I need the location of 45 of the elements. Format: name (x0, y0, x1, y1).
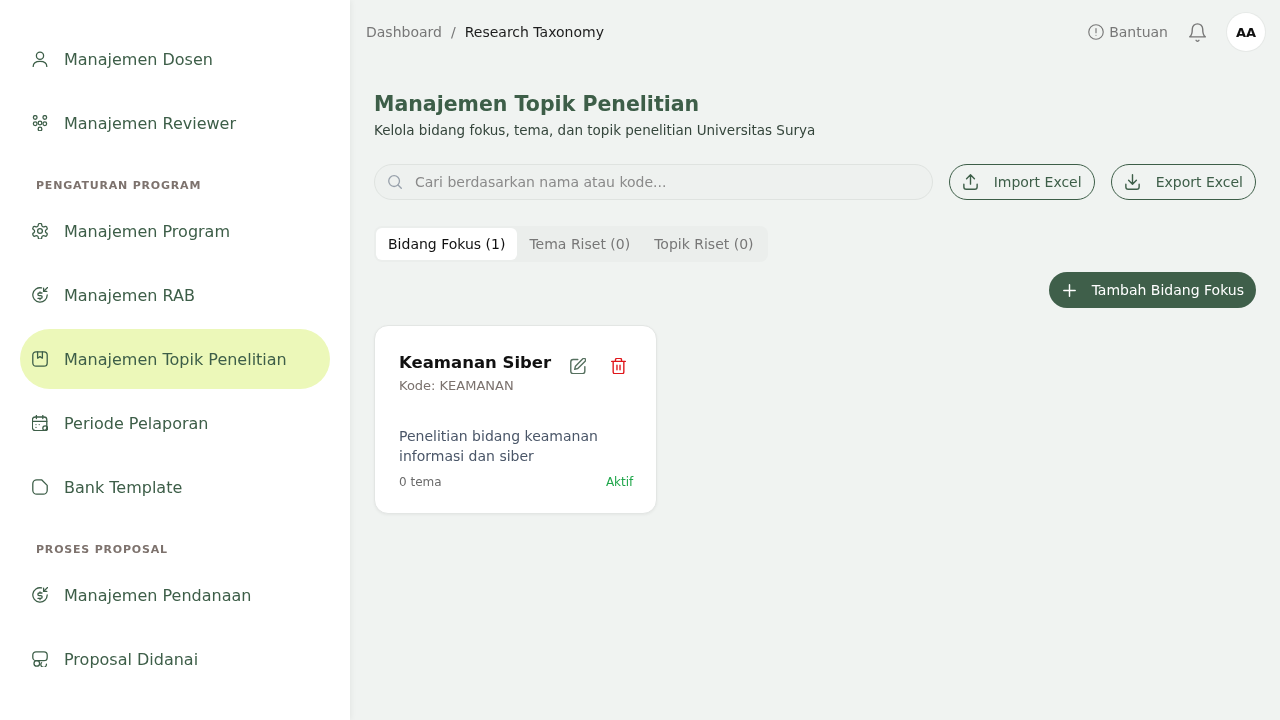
status-label: Aktif (605, 474, 634, 490)
download-icon (1124, 174, 1140, 190)
card-description: Penelitian bidang keamanan informasi dan siber (399, 427, 599, 466)
sidebar-item[interactable]: Bank Template (20, 457, 330, 517)
sidebar-item[interactable]: Manajemen RAB (20, 265, 330, 325)
calendar-icon (32, 415, 48, 431)
section-heading: PROSES PROPOSAL (35, 542, 169, 558)
card-code: Kode: KEAMANAN (399, 377, 515, 395)
sidebar-item[interactable]: Manajemen Topik Penelitian (20, 329, 330, 389)
note-icon (32, 479, 48, 495)
avatar[interactable]: AA (1227, 13, 1265, 51)
breadcrumb-link[interactable]: Research Taxonomy (464, 24, 604, 40)
delete-icon[interactable] (610, 358, 626, 374)
card-title: Keamanan Siber (399, 352, 552, 374)
sidebar-item[interactable]: Periode Pelaporan (20, 393, 330, 453)
search-field[interactable]: Cari berdasarkan nama atau kode... (374, 164, 933, 200)
sidebar-item[interactable]: Proposal Didanai (20, 629, 330, 689)
coins-icon (32, 651, 48, 667)
add-button[interactable]: Tambah Bidang Fokus (1048, 272, 1256, 308)
sidebar-item[interactable]: Manajemen Reviewer (20, 93, 330, 153)
dollar-cycle-icon (32, 287, 48, 303)
gear-icon (32, 223, 48, 239)
tab[interactable]: Tema Riset (0) (517, 228, 643, 260)
plus-icon (1062, 283, 1076, 297)
edit-icon[interactable] (570, 358, 587, 374)
tab[interactable]: Bidang Fokus (1) (376, 228, 518, 260)
help-link[interactable]: Bantuan (1088, 24, 1168, 40)
theme-count: 0 tema (399, 474, 442, 490)
sidebar-item[interactable]: Manajemen Pendanaan (20, 565, 330, 625)
page-title: Manajemen Topik Penelitian (374, 91, 701, 118)
group-icon (32, 115, 48, 131)
sidebar-item[interactable]: Manajemen Program (20, 201, 330, 261)
breadcrumb-separator: / (450, 24, 456, 40)
bookmark-icon (32, 351, 48, 367)
upload-icon (962, 174, 978, 190)
notification-icon[interactable] (1189, 22, 1206, 42)
tab[interactable]: Topik Riset (0) (642, 228, 766, 260)
info-icon (1088, 24, 1105, 40)
sidebar-item[interactable]: Manajemen Dosen (20, 29, 330, 89)
breadcrumb-link[interactable]: Dashboard (366, 24, 442, 40)
user-icon (32, 51, 48, 67)
section-heading: PENGATURAN PROGRAM (35, 178, 203, 194)
dollar-cycle-icon (32, 587, 48, 603)
page-subtitle: Kelola bidang fokus, tema, dan topik penelitian Universitas Surya (374, 121, 817, 140)
search-icon (388, 175, 402, 189)
